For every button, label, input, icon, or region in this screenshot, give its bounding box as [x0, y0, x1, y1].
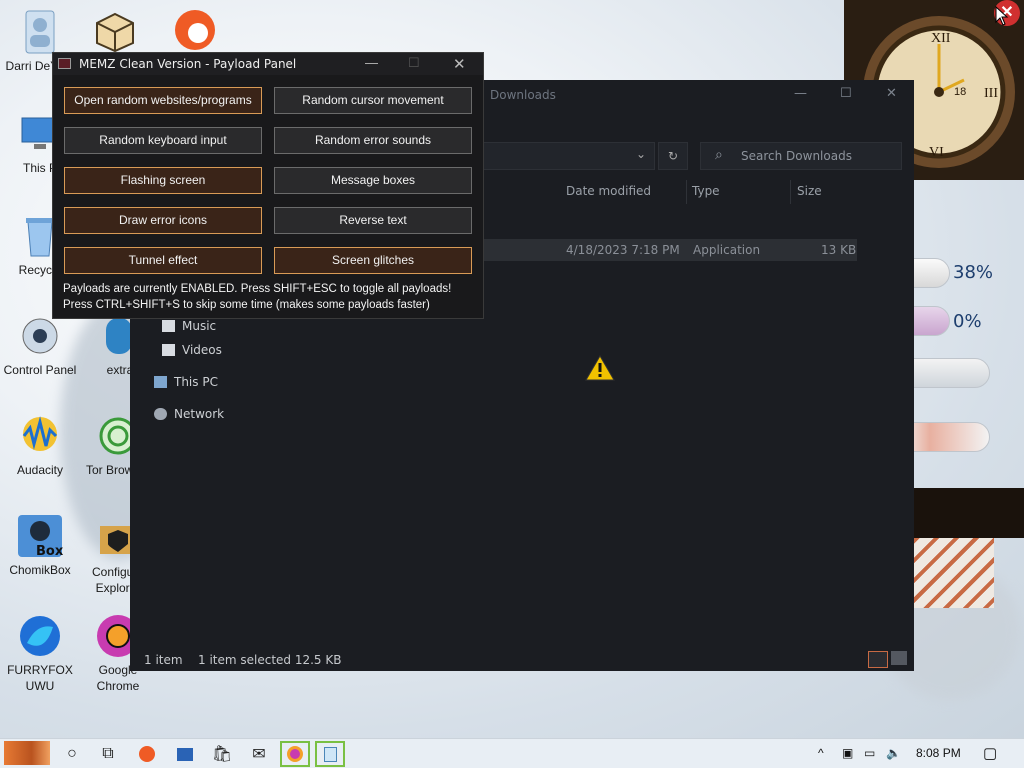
payload-draw-error-icons-button[interactable]: Draw error icons	[64, 207, 262, 234]
svg-text:XII: XII	[931, 31, 951, 46]
app-icon	[58, 58, 71, 69]
status-item-count: 1 item	[144, 653, 183, 667]
details-view-button[interactable]	[868, 651, 888, 668]
computer-icon	[154, 376, 167, 388]
nav-item-this-pc[interactable]: This PC	[154, 375, 218, 389]
audacity-icon	[16, 412, 64, 460]
desktop-icon-label: Control Panel	[3, 363, 77, 377]
nav-label: Network	[174, 407, 225, 421]
search-input[interactable]: ⌕ Search Downloads	[700, 142, 902, 170]
clock-date: 18	[954, 86, 967, 98]
memz-titlebar[interactable]: MEMZ Clean Version - Payload Panel — ☐ ✕	[53, 53, 483, 75]
payload-message-boxes-button[interactable]: Message boxes	[274, 167, 472, 194]
payload-flashing-screen-button[interactable]: Flashing screen	[64, 167, 262, 194]
desktop-icon-label: Audacity	[16, 463, 64, 477]
refresh-icon: ↻	[667, 149, 679, 163]
start-button[interactable]	[4, 741, 50, 765]
svg-text:VI: VI	[929, 145, 944, 160]
nav-label: Music	[182, 319, 217, 333]
memz-payload-panel[interactable]: MEMZ Clean Version - Payload Panel — ☐ ✕…	[52, 52, 484, 319]
desktop-icon-audacity[interactable]: Audacity	[0, 412, 80, 478]
desktop-icon-furryfox[interactable]: FURRYFOX UWU	[0, 612, 80, 694]
box-icon	[91, 8, 139, 56]
column-size[interactable]: Size	[797, 184, 822, 198]
memz-minimize-button[interactable]: —	[365, 55, 378, 70]
payload-open-websites-button[interactable]: Open random websites/programs	[64, 87, 262, 114]
search-placeholder: Search Downloads	[741, 149, 852, 163]
memz-title: MEMZ Clean Version - Payload Panel	[79, 57, 297, 71]
desktop-icon-label: ChomikBox	[9, 563, 71, 577]
search-circle-icon[interactable]: ○	[60, 742, 84, 766]
payload-screen-glitches-button[interactable]: Screen glitches	[274, 247, 472, 274]
nav-item-music[interactable]: Music	[162, 319, 216, 333]
firefox-icon	[16, 612, 64, 660]
desktop-icon-edge[interactable]	[155, 6, 235, 56]
warning-icon	[584, 354, 616, 382]
payload-reverse-text-button[interactable]: Reverse text	[274, 207, 472, 234]
notification-icon[interactable]: ▢	[983, 744, 997, 762]
tiles-view-button[interactable]	[891, 651, 907, 665]
chevron-down-icon[interactable]: ⌄	[636, 147, 646, 161]
taskbar-clock[interactable]: 8:08 PM	[916, 746, 961, 760]
desktop-icon-label: FURRYFOX UWU	[7, 663, 73, 693]
glitch-stripes	[914, 538, 994, 608]
chomikbox-icon: Box	[16, 512, 64, 560]
mail-taskbar-icon[interactable]: ✉	[247, 742, 271, 766]
music-folder-icon	[162, 320, 175, 332]
payload-error-sounds-button[interactable]: Random error sounds	[274, 127, 472, 154]
edge-taskbar-icon[interactable]	[135, 742, 159, 766]
column-divider	[790, 180, 791, 204]
memz-close-button[interactable]: ✕	[453, 55, 466, 73]
desktop-icon-control-panel[interactable]: Control Panel	[0, 312, 80, 378]
column-divider	[686, 180, 687, 204]
refresh-button[interactable]: ↻	[658, 142, 688, 170]
nav-item-network[interactable]: Network	[154, 407, 224, 421]
desktop-icon-chomikbox[interactable]: Box ChomikBox	[0, 512, 80, 578]
drive-c-percent: 38%	[953, 262, 994, 283]
search-icon: ⌕	[715, 147, 723, 163]
nav-item-videos[interactable]: Videos	[162, 343, 222, 357]
nav-label: This PC	[174, 375, 218, 389]
mouse-cursor-icon	[995, 5, 1009, 31]
memz-info-line-1: Payloads are currently ENABLED. Press SH…	[63, 283, 452, 295]
file-type: Application	[693, 243, 761, 257]
glitch-tile	[914, 488, 1024, 538]
memz-info-line-2: Press CTRL+SHIFT+S to skip some time (ma…	[63, 299, 430, 311]
maximize-button[interactable]: ☐	[840, 86, 852, 101]
desktop-icon-box-app[interactable]	[75, 8, 155, 58]
svg-text:Box: Box	[36, 544, 64, 559]
nav-label: Videos	[182, 343, 222, 357]
control-panel-icon	[16, 312, 64, 360]
videos-folder-icon	[162, 344, 175, 356]
minimize-button[interactable]: —	[794, 86, 807, 101]
network-icon[interactable]: ▭	[864, 746, 875, 760]
status-selection: 1 item selected 12.5 KB	[198, 653, 342, 667]
taskbar: ○ ⧉ 🛍 ✉ ^ ▣ ▭ 🔈 8:08 PM ▢	[0, 738, 1024, 768]
payload-keyboard-input-button[interactable]: Random keyboard input	[64, 127, 262, 154]
explorer-title: Downloads	[490, 88, 556, 102]
edge-icon	[171, 6, 219, 54]
store-taskbar-icon[interactable]: 🛍	[210, 742, 234, 766]
camera-icon[interactable]: ▣	[842, 746, 853, 760]
task-view-icon[interactable]: ⧉	[96, 742, 120, 766]
drive-d-percent: 0%	[953, 311, 982, 332]
column-date-modified[interactable]: Date modified	[566, 184, 651, 198]
column-type[interactable]: Type	[692, 184, 720, 198]
file-date: 4/18/2023 7:18 PM	[566, 243, 680, 257]
close-button[interactable]: ✕	[886, 86, 897, 101]
memz-maximize-button: ☐	[408, 55, 420, 70]
chrome-taskbar-icon[interactable]	[280, 741, 310, 767]
payload-tunnel-effect-button[interactable]: Tunnel effect	[64, 247, 262, 274]
payload-cursor-movement-button[interactable]: Random cursor movement	[274, 87, 472, 114]
chevron-up-icon[interactable]: ^	[818, 746, 824, 760]
volume-muted-icon[interactable]: 🔈	[886, 746, 901, 760]
svg-text:III: III	[984, 86, 998, 101]
file-size: 13 KB	[821, 243, 857, 257]
file-explorer-taskbar-icon[interactable]	[173, 742, 197, 766]
notepad-taskbar-icon[interactable]	[315, 741, 345, 767]
network-icon	[154, 408, 167, 420]
person-icon	[16, 8, 64, 56]
